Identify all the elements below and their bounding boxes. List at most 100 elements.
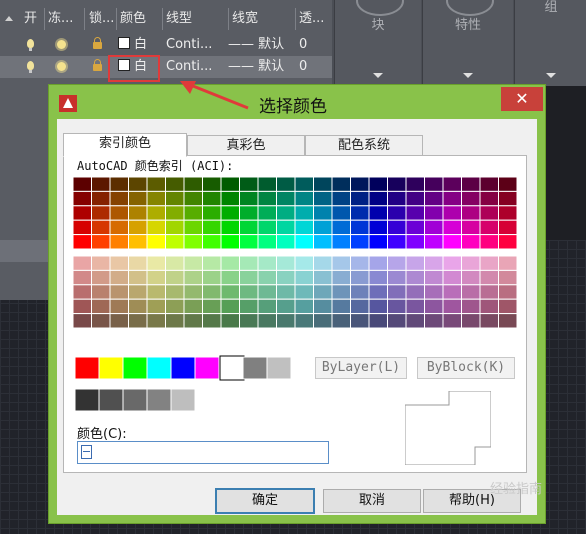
aci-swatch[interactable] (424, 190, 444, 207)
aci-swatch[interactable] (183, 269, 203, 286)
aci-swatch[interactable] (387, 269, 407, 286)
aci-swatch[interactable] (479, 298, 499, 315)
aci-swatch[interactable] (424, 219, 444, 236)
aci-swatch[interactable] (91, 234, 111, 249)
aci-swatch[interactable] (220, 298, 240, 315)
aci-swatch[interactable] (294, 284, 314, 300)
aci-swatch[interactable] (128, 205, 148, 221)
aci-swatch[interactable] (313, 234, 333, 249)
color-field[interactable] (77, 441, 329, 464)
aci-swatch[interactable] (498, 269, 518, 286)
aci-swatch[interactable] (109, 205, 129, 221)
aci-swatch[interactable] (461, 269, 481, 286)
aci-swatch[interactable] (313, 284, 333, 300)
aci-swatch[interactable] (294, 256, 314, 271)
aci-swatch[interactable] (91, 284, 111, 300)
aci-swatch[interactable] (498, 313, 518, 329)
aci-swatch[interactable] (387, 219, 407, 236)
aci-swatch[interactable] (73, 205, 92, 221)
aci-swatch[interactable] (276, 284, 296, 300)
aci-swatch[interactable] (442, 234, 462, 249)
aci-swatch[interactable] (461, 190, 481, 207)
aci-swatch[interactable] (424, 256, 444, 271)
aci-swatch[interactable] (498, 284, 518, 300)
aci-swatch[interactable] (405, 313, 425, 329)
tab-index-color[interactable]: 索引颜色 (63, 133, 187, 157)
aci-swatch[interactable] (479, 177, 499, 192)
layer-lineweight-cell[interactable]: —— 默认 (228, 34, 284, 56)
aci-swatch[interactable] (165, 313, 185, 329)
unlock-icon[interactable] (93, 59, 102, 71)
aci-swatch[interactable] (387, 313, 407, 329)
aci-swatch[interactable] (294, 190, 314, 207)
aci-swatch[interactable] (202, 177, 222, 192)
aci-swatch[interactable] (442, 205, 462, 221)
aci-swatch[interactable] (294, 177, 314, 192)
aci-swatch[interactable] (220, 219, 240, 236)
aci-swatch[interactable] (165, 256, 185, 271)
sun-thaw-icon[interactable] (57, 40, 66, 49)
aci-swatch[interactable] (73, 177, 92, 192)
aci-swatch[interactable] (146, 284, 166, 300)
aci-swatch[interactable] (442, 256, 462, 271)
layer-linetype-cell[interactable]: Conti... (166, 34, 212, 56)
aci-swatch[interactable] (424, 269, 444, 286)
aci-swatch[interactable] (387, 284, 407, 300)
aci-swatch[interactable] (202, 284, 222, 300)
aci-swatch[interactable] (276, 205, 296, 221)
aci-swatch[interactable] (405, 284, 425, 300)
aci-swatch[interactable] (91, 269, 111, 286)
aci-swatch[interactable] (387, 256, 407, 271)
aci-swatch[interactable] (109, 313, 129, 329)
aci-swatch[interactable] (461, 177, 481, 192)
aci-swatch[interactable] (424, 234, 444, 249)
aci-swatch[interactable] (146, 313, 166, 329)
gray-swatch[interactable] (194, 388, 220, 412)
aci-swatch[interactable] (405, 269, 425, 286)
column-header-freeze[interactable]: 冻... (48, 8, 73, 30)
column-header-lock[interactable]: 锁... (89, 8, 114, 30)
aci-swatch[interactable] (239, 298, 259, 315)
aci-swatch[interactable] (109, 269, 129, 286)
aci-swatch[interactable] (128, 234, 148, 249)
standard-swatch[interactable] (170, 356, 196, 380)
layer-row-selected[interactable]: 白 Conti... —— 默认 0 (0, 56, 332, 78)
aci-swatch[interactable] (368, 205, 388, 221)
tab-color-books[interactable]: 配色系统 (305, 135, 423, 157)
aci-swatch[interactable] (73, 256, 92, 271)
aci-swatch[interactable] (183, 298, 203, 315)
aci-swatch[interactable] (165, 234, 185, 249)
bulb-on-icon[interactable] (27, 61, 34, 73)
aci-swatch[interactable] (109, 256, 129, 271)
aci-swatch[interactable] (276, 234, 296, 249)
aci-swatch[interactable] (294, 219, 314, 236)
aci-swatch[interactable] (313, 269, 333, 286)
aci-swatch[interactable] (424, 177, 444, 192)
aci-swatch[interactable] (387, 298, 407, 315)
aci-swatch[interactable] (350, 234, 370, 249)
aci-swatch[interactable] (479, 313, 499, 329)
aci-swatch[interactable] (239, 256, 259, 271)
aci-swatch[interactable] (424, 313, 444, 329)
aci-swatch[interactable] (294, 234, 314, 249)
aci-swatch[interactable] (257, 284, 277, 300)
aci-swatch[interactable] (202, 234, 222, 249)
aci-swatch[interactable] (350, 219, 370, 236)
aci-swatch[interactable] (368, 313, 388, 329)
column-header-color[interactable]: 颜色 (120, 8, 146, 30)
aci-swatch[interactable] (183, 219, 203, 236)
aci-swatch[interactable] (146, 190, 166, 207)
column-header-lineweight[interactable]: 线宽 (232, 8, 258, 30)
aci-swatch[interactable] (405, 219, 425, 236)
aci-swatch[interactable] (109, 177, 129, 192)
aci-swatch[interactable] (91, 177, 111, 192)
aci-swatch[interactable] (442, 269, 462, 286)
aci-swatch[interactable] (350, 256, 370, 271)
aci-swatch[interactable] (146, 177, 166, 192)
aci-swatch[interactable] (146, 205, 166, 221)
aci-swatch[interactable] (128, 269, 148, 286)
aci-swatch[interactable] (387, 190, 407, 207)
aci-swatch[interactable] (368, 219, 388, 236)
column-header-on[interactable]: 开 (24, 8, 37, 30)
aci-swatch[interactable] (165, 205, 185, 221)
